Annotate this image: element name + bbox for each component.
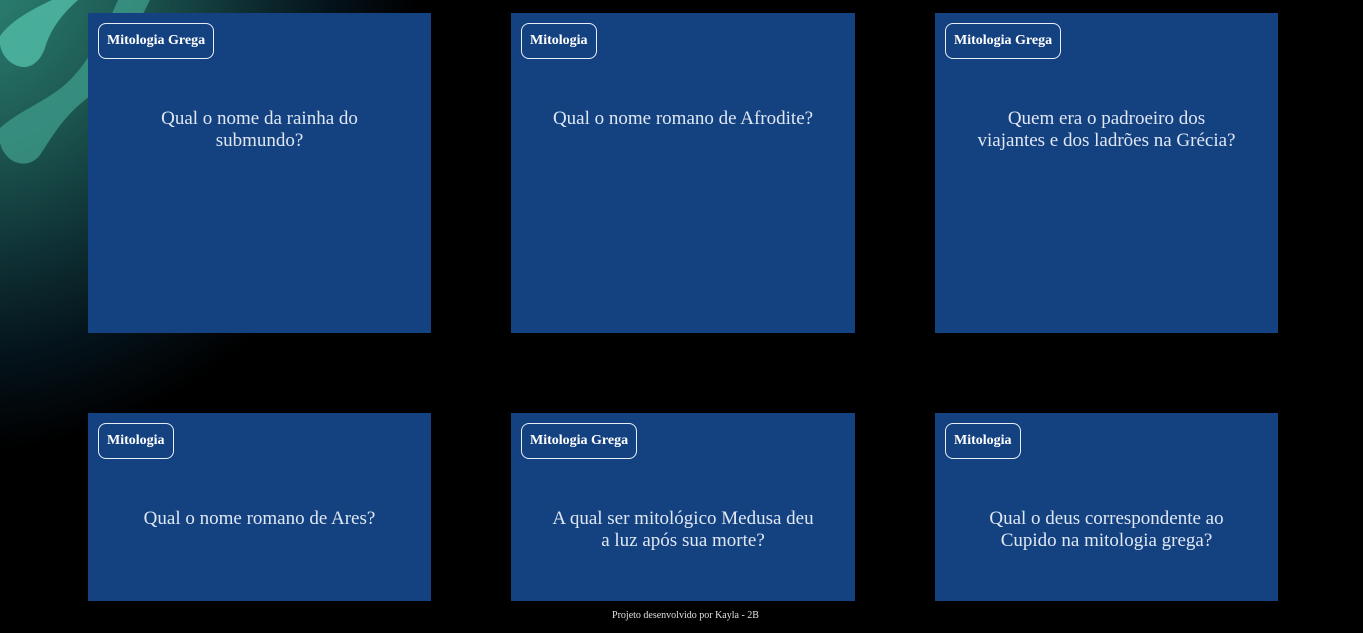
question-card[interactable]: Mitologia Qual o nome romano de Ares? [88, 413, 431, 601]
question-card[interactable]: Mitologia Grega A qual ser mitológico Me… [511, 413, 855, 601]
question-text: Qual o nome da rainha do submundo? [161, 108, 358, 151]
question-text: A qual ser mitológico Medusa deu a luz a… [552, 508, 814, 551]
category-tag[interactable]: Mitologia Grega [521, 423, 638, 459]
question-card[interactable]: Mitologia Qual o deus correspondente ao … [935, 413, 1278, 601]
category-tag[interactable]: Mitologia Grega [98, 23, 215, 59]
question-text: Qual o nome romano de Afrodite? [552, 108, 814, 129]
category-tag[interactable]: Mitologia [98, 423, 174, 459]
page: Mitologia Grega Qual o nome da rainha do… [0, 0, 1363, 633]
footer-text: Projeto desenvolvido por Kayla - 2B [612, 610, 759, 621]
question-card[interactable]: Mitologia Grega Qual o nome da rainha do… [88, 13, 431, 333]
category-tag[interactable]: Mitologia [945, 423, 1021, 459]
footer: Projeto desenvolvido por Kayla - 2B [8, 601, 1363, 633]
question-text: Quem era o padroeiro dos viajantes e dos… [977, 108, 1236, 151]
category-tag[interactable]: Mitologia [521, 23, 597, 59]
question-text: Qual o nome romano de Ares? [143, 508, 376, 529]
question-card[interactable]: Mitologia Grega Quem era o padroeiro dos… [935, 13, 1278, 333]
question-text: Qual o deus correspondente ao Cupido na … [989, 508, 1224, 551]
category-tag[interactable]: Mitologia Grega [945, 23, 1062, 59]
question-card[interactable]: Mitologia Qual o nome romano de Afrodite… [511, 13, 855, 333]
